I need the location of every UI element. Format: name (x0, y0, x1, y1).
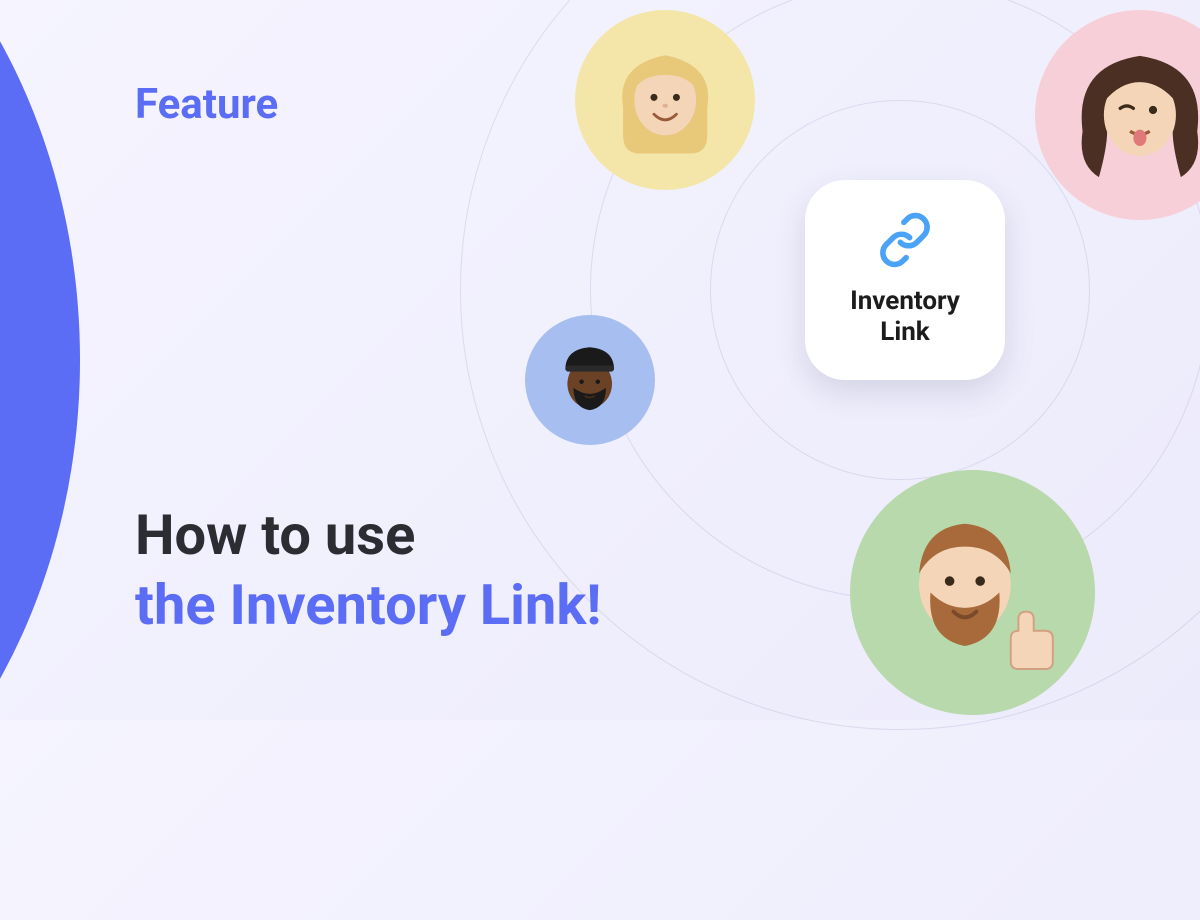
category-label: Feature (135, 80, 278, 129)
avatar-person-1 (575, 10, 755, 190)
link-icon (877, 212, 933, 272)
inventory-link-card: Inventory Link (805, 180, 1005, 380)
headline: How to use the Inventory Link! (135, 500, 601, 640)
avatar-person-3 (525, 315, 655, 445)
decorative-blue-arc (0, 0, 80, 920)
headline-line-2: the Inventory Link! (135, 570, 601, 640)
avatar-person-4 (850, 470, 1095, 715)
card-label: Inventory Link (850, 286, 960, 348)
headline-line-1: How to use (135, 500, 601, 570)
avatar-person-2 (1035, 10, 1200, 220)
